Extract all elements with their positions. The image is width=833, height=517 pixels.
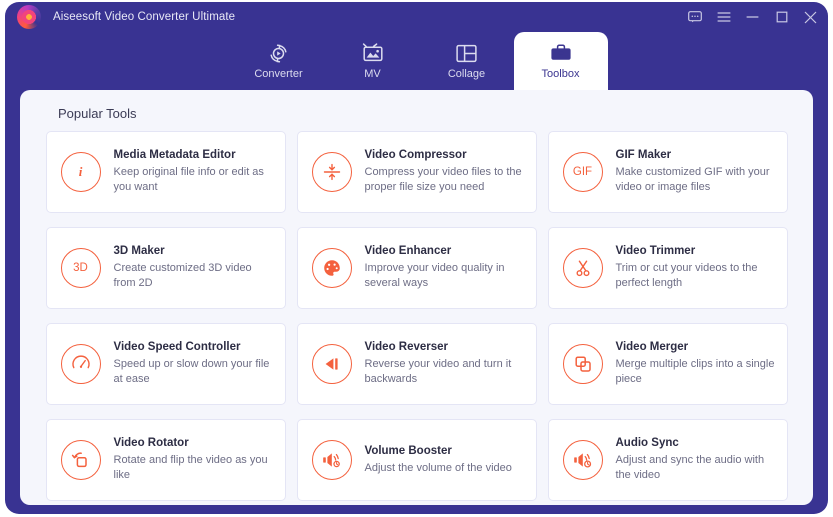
speaker-volume-icon bbox=[311, 440, 352, 480]
tool-text: 3D Maker Create customized 3D video from… bbox=[114, 245, 273, 291]
maximize-icon[interactable] bbox=[774, 10, 789, 25]
tool-desc: Adjust and sync the audio with the video bbox=[615, 454, 765, 481]
speedometer-icon bbox=[60, 344, 101, 384]
tool-text: Video Trimmer Trim or cut your videos to… bbox=[616, 245, 775, 291]
tool-text: Video Reverser Reverse your video and tu… bbox=[365, 341, 524, 387]
tool-card-3d-maker[interactable]: 3D 3D Maker Create customized 3D video f… bbox=[45, 227, 286, 309]
tool-desc: Trim or cut your videos to the perfect l… bbox=[615, 262, 758, 289]
tab-toolbox[interactable]: Toolbox bbox=[513, 32, 608, 90]
tool-desc: Keep original file info or edit as you w… bbox=[113, 166, 264, 193]
tool-card-audio-sync[interactable]: Audio Sync Adjust and sync the audio wit… bbox=[547, 419, 788, 501]
app-title: Aiseesoft Video Converter Ultimate bbox=[53, 11, 236, 23]
tab-converter-label: Converter bbox=[254, 68, 303, 80]
tool-text: Video Enhancer Improve your video qualit… bbox=[365, 245, 524, 291]
tab-collage-label: Collage bbox=[447, 68, 486, 80]
tool-desc: Adjust the volume of the video bbox=[364, 461, 512, 474]
aiseesoft-swirl-logo bbox=[17, 5, 41, 29]
rotate-icon bbox=[60, 440, 101, 480]
tool-card-video-speed-controller[interactable]: Video Speed Controller Speed up or slow … bbox=[45, 323, 286, 405]
tool-card-video-compressor[interactable]: Video Compressor Compress your video fil… bbox=[296, 131, 537, 213]
tool-desc: Speed up or slow down your file at ease bbox=[113, 358, 270, 385]
scissors-icon bbox=[562, 248, 603, 288]
tool-text: Video Speed Controller Speed up or slow … bbox=[114, 341, 273, 387]
tool-desc: Reverse your video and turn it backwards bbox=[364, 358, 512, 385]
tool-card-video-enhancer[interactable]: Video Enhancer Improve your video qualit… bbox=[296, 227, 537, 309]
tab-converter[interactable]: Converter bbox=[232, 32, 326, 90]
tool-name: GIF Maker bbox=[615, 149, 672, 162]
tool-desc: Create customized 3D video from 2D bbox=[113, 262, 252, 289]
content-panel: Popular Tools i Media Metadata Editor Ke… bbox=[20, 90, 813, 505]
tool-name: Video Compressor bbox=[364, 149, 467, 162]
minimize-icon[interactable] bbox=[745, 10, 760, 25]
tab-bar: Converter MV Collage Toolbox bbox=[5, 32, 828, 90]
merge-squares-icon bbox=[562, 344, 603, 384]
tool-desc: Make customized GIF with your video or i… bbox=[615, 166, 770, 193]
feedback-icon[interactable] bbox=[687, 10, 702, 25]
tool-name: Video Reverser bbox=[364, 341, 449, 354]
speaker-clock-icon bbox=[562, 440, 603, 480]
tool-name: Video Speed Controller bbox=[113, 341, 241, 354]
popular-tools-title: Popular Tools bbox=[58, 106, 137, 121]
compress-icon bbox=[311, 152, 352, 192]
tool-text: Video Rotator Rotate and flip the video … bbox=[114, 437, 273, 483]
tool-card-video-reverser[interactable]: Video Reverser Reverse your video and tu… bbox=[296, 323, 537, 405]
rewind-icon bbox=[311, 344, 352, 384]
tool-text: Video Compressor Compress your video fil… bbox=[365, 149, 524, 195]
window-controls bbox=[687, 2, 818, 32]
tool-name: Video Rotator bbox=[113, 437, 189, 450]
tool-text: Volume Booster Adjust the volume of the … bbox=[365, 445, 512, 476]
tool-name: Video Trimmer bbox=[615, 245, 696, 258]
tab-mv[interactable]: MV bbox=[326, 32, 420, 90]
tool-desc: Improve your video quality in several wa… bbox=[364, 262, 505, 289]
tool-card-video-trimmer[interactable]: Video Trimmer Trim or cut your videos to… bbox=[547, 227, 788, 309]
app-window: Aiseesoft Video Converter Ultimate Conve… bbox=[5, 2, 828, 514]
3d-icon: 3D bbox=[60, 248, 101, 288]
palette-icon bbox=[311, 248, 352, 288]
tab-mv-label: MV bbox=[364, 68, 381, 80]
tool-card-video-rotator[interactable]: Video Rotator Rotate and flip the video … bbox=[45, 419, 286, 501]
close-icon[interactable] bbox=[803, 10, 818, 25]
tool-name: Video Enhancer bbox=[364, 245, 452, 258]
converter-icon bbox=[268, 42, 289, 64]
menu-icon[interactable] bbox=[716, 10, 731, 25]
tool-card-video-merger[interactable]: Video Merger Merge multiple clips into a… bbox=[547, 323, 788, 405]
title-bar: Aiseesoft Video Converter Ultimate bbox=[5, 2, 828, 32]
tool-name: Volume Booster bbox=[364, 444, 452, 457]
tool-name: Video Merger bbox=[615, 341, 689, 354]
tool-text: Audio Sync Adjust and sync the audio wit… bbox=[616, 437, 775, 483]
tool-name: Audio Sync bbox=[615, 437, 679, 450]
tool-card-media-metadata-editor[interactable]: i Media Metadata Editor Keep original fi… bbox=[45, 131, 286, 213]
info-icon: i bbox=[60, 152, 101, 192]
mv-icon bbox=[362, 42, 384, 64]
collage-icon bbox=[456, 42, 477, 64]
tab-collage[interactable]: Collage bbox=[420, 32, 514, 90]
tool-desc: Merge multiple clips into a single piece bbox=[615, 358, 775, 385]
toolbox-icon bbox=[550, 42, 572, 64]
tool-desc: Rotate and flip the video as you like bbox=[113, 454, 268, 481]
tool-text: GIF Maker Make customized GIF with your … bbox=[616, 149, 775, 195]
tool-text: Media Metadata Editor Keep original file… bbox=[114, 149, 273, 195]
tab-toolbox-label: Toolbox bbox=[541, 68, 580, 80]
tool-card-volume-booster[interactable]: Volume Booster Adjust the volume of the … bbox=[296, 419, 537, 501]
tool-card-gif-maker[interactable]: GIF GIF Maker Make customized GIF with y… bbox=[547, 131, 788, 213]
tool-text: Video Merger Merge multiple clips into a… bbox=[616, 341, 775, 387]
tool-name: 3D Maker bbox=[113, 245, 165, 258]
tool-name: Media Metadata Editor bbox=[113, 149, 236, 162]
tools-grid: i Media Metadata Editor Keep original fi… bbox=[34, 131, 799, 501]
gif-icon: GIF bbox=[562, 152, 603, 192]
tool-desc: Compress your video files to the proper … bbox=[364, 166, 522, 193]
